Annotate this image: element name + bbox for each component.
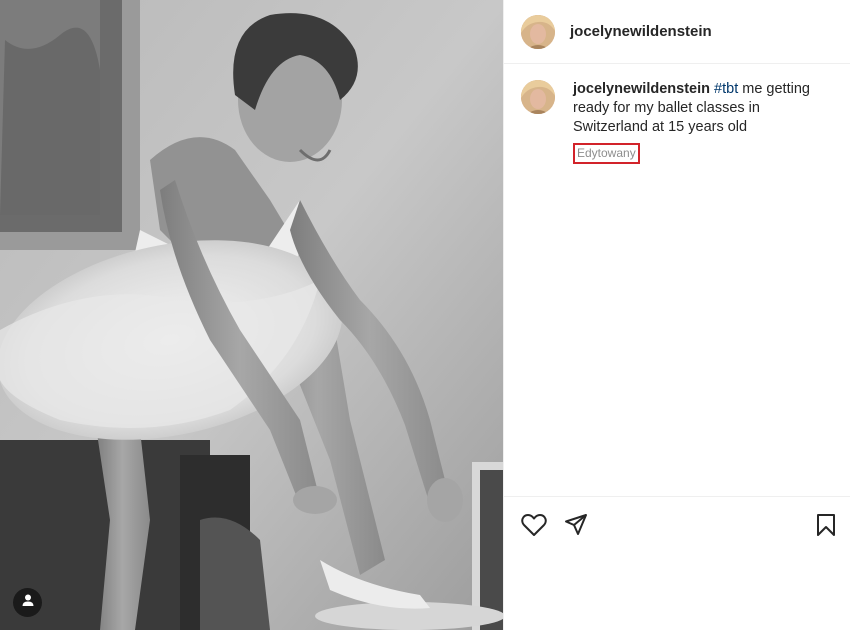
- paper-plane-icon: [564, 513, 588, 542]
- instagram-post: jocelynewildenstein jocelynewildenstein …: [0, 0, 850, 630]
- action-bar: [504, 496, 850, 553]
- tagged-users-button[interactable]: [13, 588, 42, 617]
- bookmark-icon: [816, 513, 836, 542]
- user-icon: [21, 593, 35, 612]
- share-button[interactable]: [562, 513, 590, 541]
- caption-username[interactable]: jocelynewildenstein: [573, 81, 710, 97]
- edited-label: Edytowany: [573, 143, 640, 164]
- heart-icon: [521, 513, 547, 542]
- post-sidebar: jocelynewildenstein jocelynewildenstein …: [503, 0, 850, 630]
- save-button[interactable]: [812, 513, 840, 541]
- post-header: jocelynewildenstein: [504, 0, 850, 64]
- caption-avatar[interactable]: [521, 80, 555, 114]
- ballet-photo: [0, 0, 503, 630]
- post-photo[interactable]: [0, 0, 503, 630]
- avatar[interactable]: [521, 14, 555, 49]
- caption: jocelynewildenstein #tbt me getting read…: [521, 80, 841, 164]
- like-button[interactable]: [520, 513, 548, 541]
- header-username[interactable]: jocelynewildenstein: [570, 23, 712, 40]
- caption-body: jocelynewildenstein #tbt me getting read…: [573, 80, 828, 164]
- hashtag-link[interactable]: #tbt: [714, 81, 738, 97]
